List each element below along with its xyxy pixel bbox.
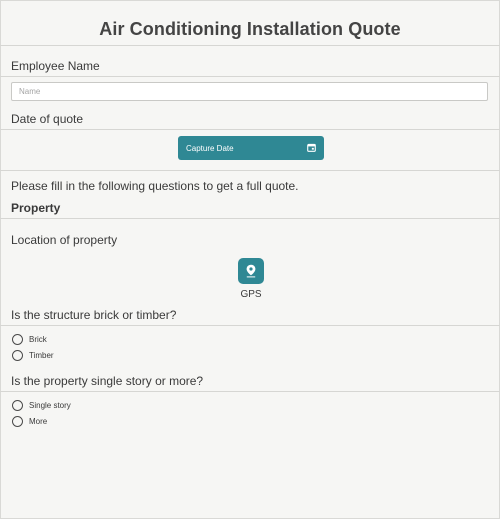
capture-date-label: Capture Date [186, 143, 234, 153]
radio-label: Timber [29, 350, 54, 360]
gps-button[interactable] [238, 258, 264, 284]
radio-label: Single story [29, 400, 71, 410]
location-of-property-label: Location of property [11, 233, 118, 247]
radio-label: Brick [29, 334, 47, 344]
radio-button[interactable] [12, 349, 23, 361]
employee-name-input[interactable] [11, 82, 488, 101]
story-question: Is the property single story or more? [11, 374, 204, 388]
employee-divider [0, 76, 500, 77]
radio-option-single-story[interactable]: Single story [12, 398, 71, 412]
gps-label: GPS [240, 289, 262, 300]
radio-option-more[interactable]: More [12, 414, 47, 428]
radio-label: More [29, 416, 48, 426]
date-section-divider [0, 170, 500, 171]
radio-button[interactable] [12, 399, 23, 411]
structure-divider [0, 325, 500, 326]
date-of-quote-label: Date of quote [11, 112, 84, 126]
property-heading: Property [11, 201, 61, 215]
radio-button[interactable] [12, 333, 23, 345]
radio-option-brick[interactable]: Brick [12, 332, 47, 346]
page-title: Air Conditioning Installation Quote [99, 19, 401, 39]
radio-button[interactable] [12, 415, 23, 427]
radio-option-timber[interactable]: Timber [12, 348, 54, 362]
calendar-icon [307, 143, 316, 152]
story-divider [0, 391, 500, 392]
property-divider [0, 218, 500, 219]
title-divider [0, 45, 500, 46]
capture-date-button[interactable]: Capture Date [178, 136, 324, 160]
map-pin-icon [246, 264, 256, 278]
employee-name-label: Employee Name [11, 59, 100, 73]
date-divider [0, 129, 500, 130]
instructions-text: Please fill in the following questions t… [11, 179, 299, 193]
structure-question: Is the structure brick or timber? [11, 308, 177, 322]
